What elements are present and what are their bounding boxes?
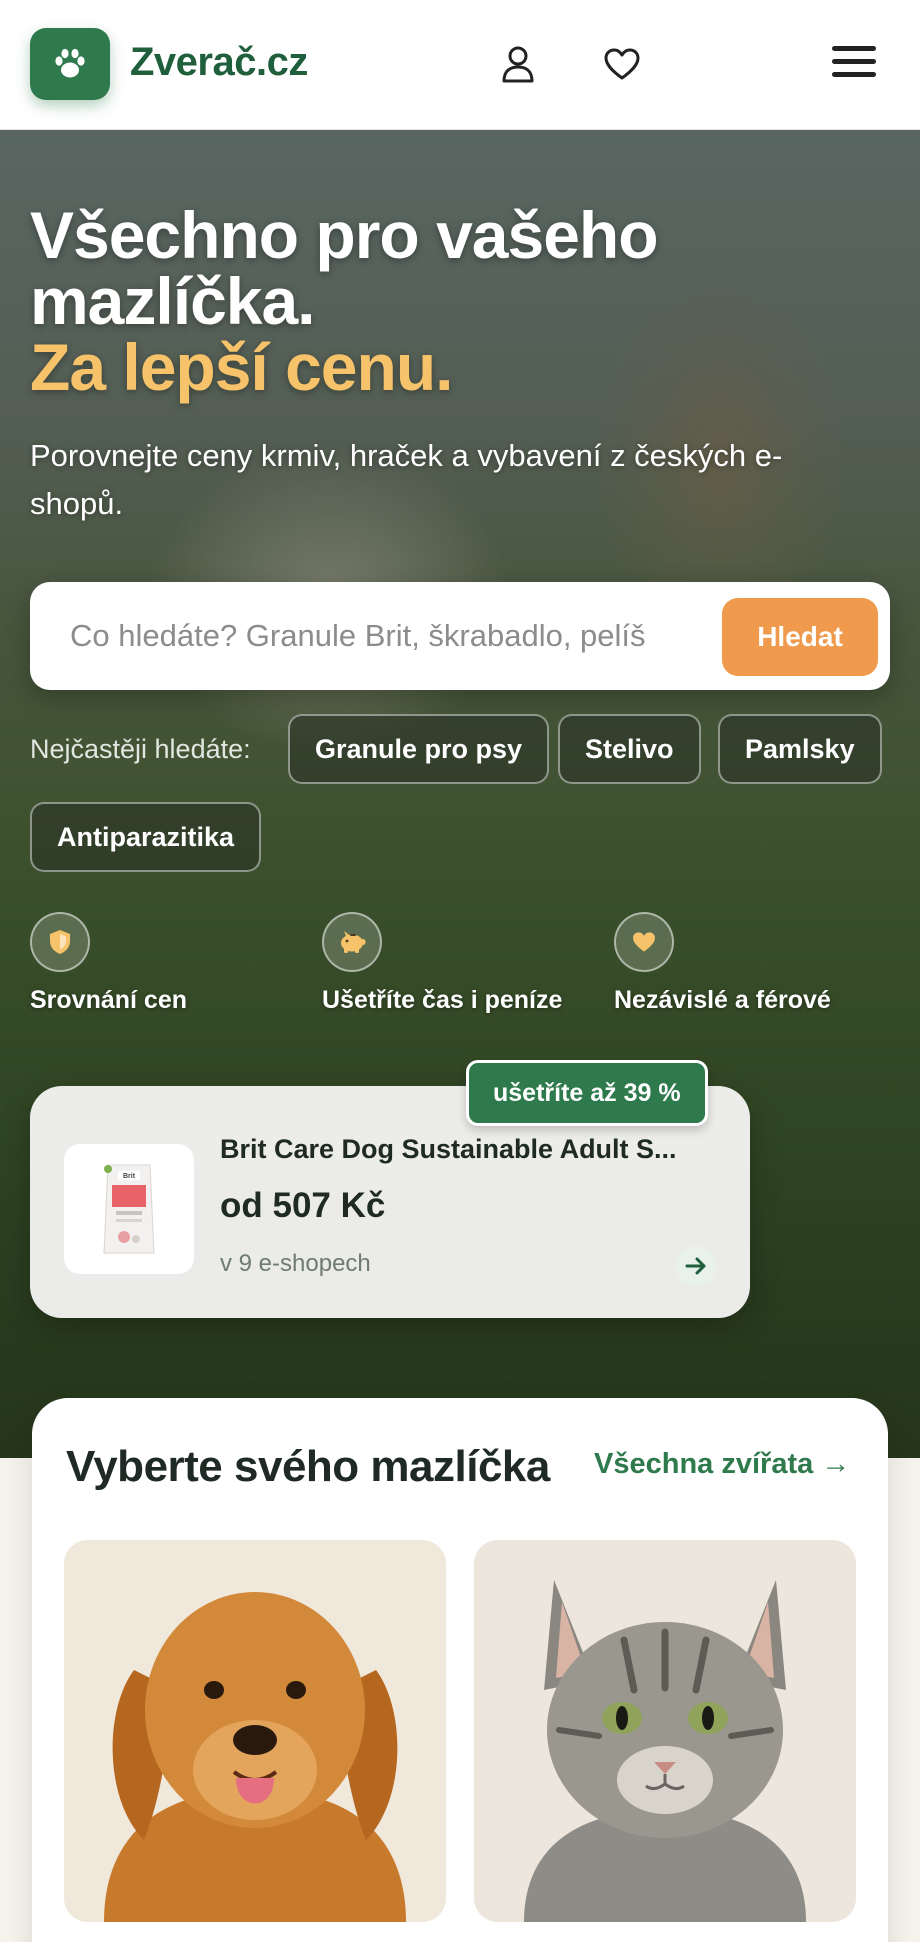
heart-icon	[614, 912, 674, 972]
pet-card-cat[interactable]	[474, 1540, 856, 1922]
site-header: Zverač.cz	[0, 0, 920, 130]
feature-label: Ušetříte čas i peníze	[322, 986, 563, 1014]
product-price: od 507 Kč	[220, 1186, 386, 1225]
all-animals-link[interactable]: Všechna zvířata →	[594, 1448, 850, 1481]
product-image: Brit	[64, 1144, 194, 1274]
heart-icon[interactable]	[598, 40, 646, 88]
search-bar: Hledat	[30, 582, 890, 690]
pets-title: Vyberte svého mazlíčka	[66, 1442, 550, 1491]
popular-label: Nejčastěji hledáte:	[30, 734, 251, 764]
feature-independent: Nezávislé a férové	[614, 912, 894, 1015]
chip-stelivo[interactable]: Stelivo	[558, 714, 701, 784]
search-button[interactable]: Hledat	[722, 598, 878, 676]
pets-section: Vyberte svého mazlíčka Všechna zvířata →	[32, 1398, 888, 1942]
feature-label: Srovnání cen	[30, 986, 187, 1014]
pet-card-dog[interactable]	[64, 1540, 446, 1922]
cat-image	[474, 1540, 856, 1922]
shield-icon	[30, 912, 90, 972]
savings-badge: ušetříte až 39 %	[466, 1060, 708, 1126]
brand-name[interactable]: Zverač.cz	[130, 40, 308, 85]
chip-pamlsky[interactable]: Pamlsky	[718, 714, 882, 784]
product-image-brand: Brit	[123, 1173, 136, 1180]
dog-image	[64, 1540, 446, 1922]
hero-subtitle: Porovnejte ceny krmiv, hraček a vybavení…	[30, 438, 783, 521]
hero-title-accent: Za lepší cenu.	[30, 330, 453, 404]
hero-title: Všechno pro vašeho mazlíčka. Za lepší ce…	[30, 202, 790, 400]
piggy-bank-icon	[322, 912, 382, 972]
hero-section: Všechno pro vašeho mazlíčka. Za lepší ce…	[0, 130, 920, 1458]
deal-card[interactable]: ušetříte až 39 % Brit Brit Care Dog Sust…	[30, 1060, 750, 1318]
feature-label: Nezávislé a férové	[614, 986, 831, 1014]
hero-title-line1: Všechno pro vašeho	[30, 198, 659, 272]
search-input[interactable]	[70, 612, 690, 660]
menu-icon[interactable]	[826, 34, 882, 90]
chip-antiparazitika[interactable]: Antiparazitika	[30, 802, 262, 872]
hero-title-line2: mazlíčka.	[30, 264, 316, 338]
arrow-right-icon[interactable]	[676, 1246, 716, 1286]
logo[interactable]	[30, 28, 110, 100]
chip-granule-pro-psy[interactable]: Granule pro psy	[288, 714, 550, 784]
user-icon[interactable]	[494, 40, 542, 88]
feature-price-comparison: Srovnání cen	[30, 912, 310, 1015]
shop-count: v 9 e-shopech	[220, 1250, 371, 1277]
product-name: Brit Care Dog Sustainable Adult S...	[220, 1134, 677, 1164]
paw-icon	[55, 48, 85, 78]
feature-save-time: Ušetříte čas i peníze	[322, 912, 602, 1015]
